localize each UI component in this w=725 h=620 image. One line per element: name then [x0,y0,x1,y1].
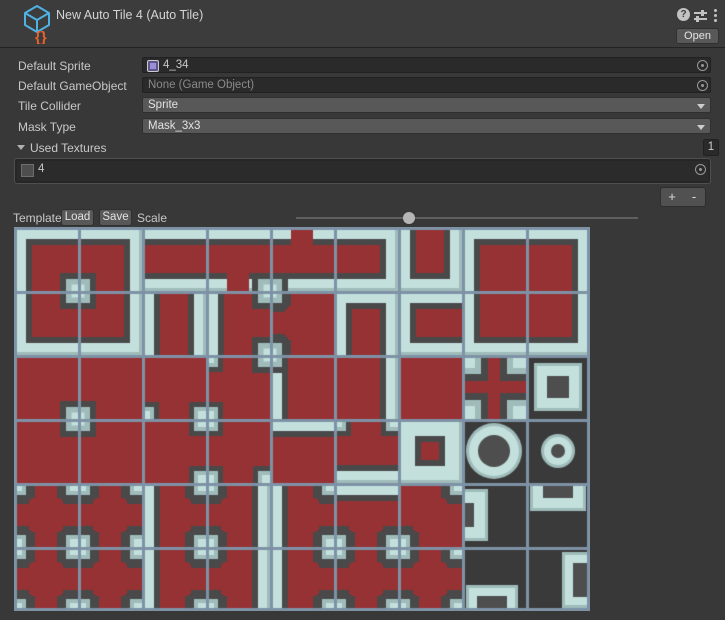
default-gameobject-value: None (Game Object) [148,79,254,91]
mask-type-value: Mask_3x3 [148,120,200,132]
default-sprite-value: 4_34 [163,59,189,71]
list-add-remove-buttons: + - [660,187,706,207]
chevron-down-icon [697,104,705,109]
default-gameobject-field[interactable]: None (Game Object) [142,77,711,93]
tile-collider-dropdown[interactable]: Sprite [142,97,711,113]
kebab-menu-icon[interactable] [709,7,721,24]
tile-collider-label: Tile Collider [18,99,81,113]
template-label: Template [13,211,62,225]
svg-text:{}: {} [35,29,47,44]
mask-type-row: Mask Type Mask_3x3 [0,118,725,135]
object-picker-icon[interactable] [697,60,708,71]
texture-thumbnail-icon [21,164,34,177]
remove-element-button[interactable]: - [683,188,705,206]
unity-inspector-window: {} New Auto Tile 4 (Auto Tile) ? Open De… [0,0,725,620]
help-icon[interactable]: ? [677,8,690,21]
default-sprite-field[interactable]: 4_34 [142,57,711,73]
asset-title: New Auto Tile 4 (Auto Tile) [56,8,203,22]
default-sprite-row: Default Sprite 4_34 [0,57,725,74]
add-element-button[interactable]: + [661,188,683,206]
used-textures-size-field[interactable]: 1 [703,139,719,156]
mask-type-label: Mask Type [18,120,76,134]
texture-item-name: 4 [38,163,44,175]
scriptable-object-icon: {} [22,4,52,44]
scale-slider-handle[interactable] [403,212,415,224]
scale-label: Scale [137,211,167,225]
default-gameobject-row: Default GameObject None (Game Object) [0,77,725,94]
presets-icon[interactable] [694,9,707,22]
texture-list-item[interactable]: 4 [17,161,708,181]
mask-type-dropdown[interactable]: Mask_3x3 [142,118,711,134]
sprite-thumbnail-icon [147,60,159,72]
chevron-down-icon [697,125,705,130]
default-gameobject-label: Default GameObject [18,79,127,93]
load-button[interactable]: Load [61,209,94,226]
tileset-preview-canvas[interactable] [14,227,590,611]
save-button[interactable]: Save [99,209,132,226]
inspector-header: {} New Auto Tile 4 (Auto Tile) ? Open [0,0,725,48]
object-picker-icon[interactable] [695,164,706,175]
object-picker-icon[interactable] [697,80,708,91]
scale-slider-track[interactable] [296,217,638,219]
used-textures-label[interactable]: Used Textures [30,141,106,155]
tile-collider-row: Tile Collider Sprite [0,97,725,114]
foldout-triangle-icon[interactable] [17,145,25,150]
tile-collider-value: Sprite [148,99,178,111]
used-textures-list: 4 [14,158,711,184]
default-sprite-label: Default Sprite [18,59,91,73]
open-button[interactable]: Open [676,28,719,44]
